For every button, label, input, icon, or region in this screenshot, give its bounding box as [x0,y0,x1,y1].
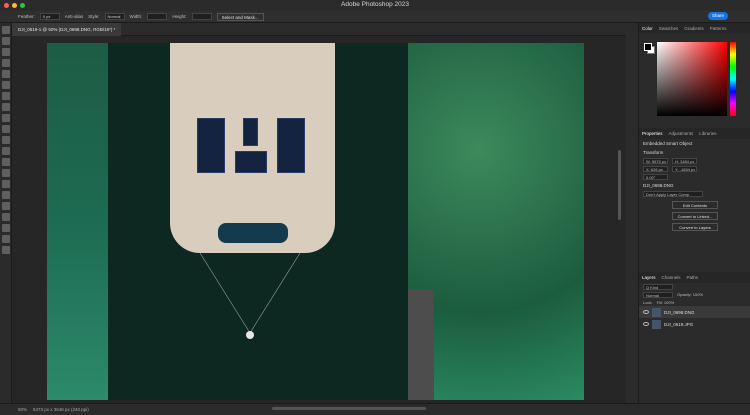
select-and-mask-button[interactable]: Select and Mask... [216,12,264,21]
blur-tool-icon[interactable] [2,169,10,177]
layer-comp-select[interactable]: Don't Apply Layer Comp [643,191,703,197]
vertical-scrollbar[interactable] [618,150,621,220]
crop-tool-icon[interactable] [2,70,10,78]
foreground-swatch[interactable] [644,43,652,51]
blend-mode-select[interactable]: Normal [643,292,673,298]
document-size: 5473 px x 3648 px (240 ppi) [33,407,89,412]
app-title: Adobe Photoshop 2023 [341,1,409,8]
tab-channels[interactable]: Channels [662,275,681,280]
image-reef [408,43,584,400]
style-label: Style: [88,14,100,19]
transform-label: Transform [643,150,664,155]
healing-tool-icon[interactable] [2,103,10,111]
image-dock [408,290,434,400]
anchor-lines [200,253,301,339]
history-brush-icon[interactable] [2,136,10,144]
smart-object-label: Embedded Smart Object [643,141,693,146]
select-tool-icon[interactable] [2,59,10,67]
pen-tool-icon[interactable] [2,191,10,199]
width-field[interactable]: W: 5570 px [643,158,668,164]
layer-thumbnail [652,307,661,317]
frame-tool-icon[interactable] [2,81,10,89]
hue-slider[interactable] [730,42,736,116]
tools-panel [0,23,12,403]
solar-panel [197,118,225,173]
convert-linked-button[interactable]: Convert to Linked... [672,212,718,220]
layer-name: DJI_0698.DNG [664,309,695,315]
options-bar: Feather: 0 px Anti-alias Style: Normal W… [0,11,750,23]
stamp-tool-icon[interactable] [2,125,10,133]
tab-properties[interactable]: Properties [642,131,663,136]
gradient-tool-icon[interactable] [2,158,10,166]
layer-row[interactable]: DJI_0698.DNG [639,306,750,318]
lock-label: Lock: [643,300,653,305]
width-input[interactable] [147,13,168,20]
brush-tool-icon[interactable] [2,114,10,122]
title-bar: Adobe Photoshop 2023 [0,0,750,11]
tab-swatches[interactable]: Swatches [659,26,679,31]
width-label: Width: [129,14,143,19]
height-label: Height: [172,14,187,19]
antialias-label: Anti-alias [64,14,84,19]
tab-adjustments[interactable]: Adjustments [669,131,694,136]
layers-tabs: Layers Channels Paths [639,272,750,283]
zoom-level[interactable]: 50% [18,407,27,412]
eraser-tool-icon[interactable] [2,147,10,155]
tab-layers[interactable]: Layers [642,275,656,280]
share-button[interactable]: Share [708,12,728,20]
lasso-tool-icon[interactable] [2,48,10,56]
type-tool-icon[interactable] [2,202,10,210]
layer-filter-select[interactable]: Q Kind [643,284,673,290]
horizontal-scrollbar[interactable] [272,407,426,410]
zoom-tool-icon[interactable] [2,246,10,254]
shape-tool-icon[interactable] [2,224,10,232]
visibility-eye-icon[interactable] [643,310,649,314]
height-field[interactable]: H: 3484 px [672,158,697,164]
document-tab[interactable]: DJI_0619-1 @ 50% (DJI_0698.DNG, RGB/16*)… [12,23,122,36]
layer-name: DJI_0619.JPG [664,321,694,327]
tab-libraries[interactable]: Libraries [699,131,716,136]
properties-tabs: Properties Adjustments Libraries [639,128,750,139]
tab-patterns[interactable]: Patterns [710,26,727,31]
hand-tool-icon[interactable] [2,235,10,243]
fill-field[interactable]: Fill: 100% [657,300,675,305]
visibility-eye-icon[interactable] [643,322,649,326]
dinghy [218,223,288,243]
color-field[interactable] [657,42,727,116]
layer-thumbnail [652,319,661,329]
document-tabs: DJI_0619-1 @ 50% (DJI_0698.DNG, RGB/16*)… [12,23,626,36]
solar-panel [277,118,305,173]
eyedropper-tool-icon[interactable] [2,92,10,100]
tab-paths[interactable]: Paths [687,275,699,280]
panel-dock [626,23,638,403]
layers-panel: Layers Channels Paths Q Kind Normal Opaci… [639,272,750,403]
solar-panel [235,151,267,173]
color-panel-tabs: Color Swatches Gradients Patterns [639,23,750,34]
move-tool-icon[interactable] [2,26,10,34]
tab-gradients[interactable]: Gradients [684,26,704,31]
feather-input[interactable]: 0 px [39,13,60,20]
edit-contents-button[interactable]: Edit Contents [672,201,718,209]
height-input[interactable] [191,13,212,20]
image-water-strip [47,43,108,400]
layer-row[interactable]: DJI_0619.JPG [639,318,750,330]
style-select[interactable]: Normal [104,13,125,20]
path-select-icon[interactable] [2,213,10,221]
dodge-tool-icon[interactable] [2,180,10,188]
image-boat [170,43,335,253]
right-panels: Color Swatches Gradients Patterns Proper… [638,23,750,403]
x-field[interactable]: X: 626 px [643,166,668,172]
tab-color[interactable]: Color [642,26,653,31]
filename-label: DJI_0698.DNG [643,183,674,188]
marquee-tool-icon[interactable] [2,37,10,45]
angle-field[interactable]: 0.00° [643,174,668,180]
convert-layers-button[interactable]: Convert to Layers [672,223,718,231]
y-field[interactable]: Y: -1654 px [672,166,697,172]
opacity-field[interactable]: Opacity: 100% [677,292,703,298]
solar-panel [243,118,258,146]
feather-label: Feather: [18,14,35,19]
properties-panel: Properties Adjustments Libraries Embedde… [639,128,750,288]
